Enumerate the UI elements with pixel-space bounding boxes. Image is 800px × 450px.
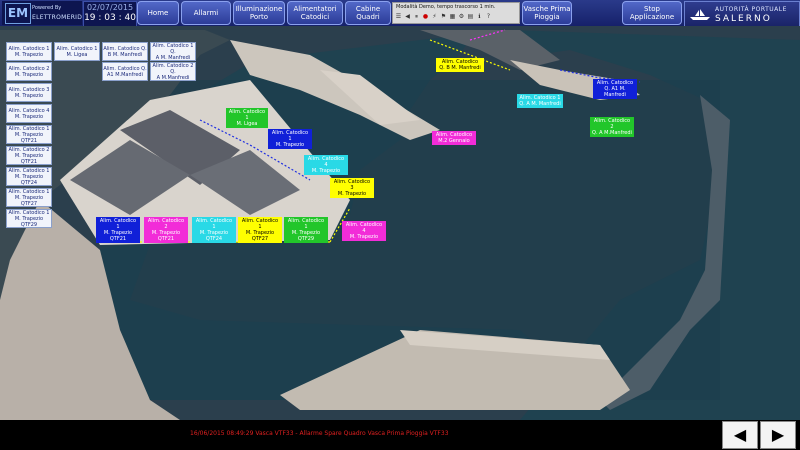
logo-tagline: Powered By xyxy=(32,5,62,11)
left-btn-catodico-1-qa-manfredi[interactable]: Alim. Catodico 1 Q. A M. Manfredi xyxy=(150,42,196,61)
map-label-qtf27[interactable]: Alim. Catodico 1 M. Trapezio QTF27 xyxy=(238,217,282,243)
left-btn-catodico-1-qtf29[interactable]: Alim. Catodico 1 M. Trapezio QTF29 xyxy=(6,209,52,228)
demo-panel: Modalità Demo, tempo trascorso 1 min. ☰ … xyxy=(392,2,520,24)
autorita-portuale-logo: AUTORITÀ PORTUALE SALERNO xyxy=(684,1,800,27)
time: 19 : 03 : 40 xyxy=(84,13,136,23)
cabine-button[interactable]: Cabine Quadri xyxy=(345,1,391,25)
home-button[interactable]: Home xyxy=(137,1,179,25)
left-btn-catodico-1-qtf24[interactable]: Alim. Catodico 1 M. Trapezio QTF24 xyxy=(6,167,52,186)
left-btn-catodico-qb-manfredi[interactable]: Alim. Catodico Q. B M. Manfredi xyxy=(102,42,148,61)
flag-icon[interactable]: ⚑ xyxy=(440,13,447,20)
map-label-trapezio-1[interactable]: Alim. Catodico 1 M. Trapezio xyxy=(268,129,312,149)
allarmi-button[interactable]: Allarmi xyxy=(181,1,231,25)
left-btn-catodico-1-qtf27[interactable]: Alim. Catodico 1 M. Trapezio QTF27 xyxy=(6,188,52,207)
left-btn-catodico-2-trapezio[interactable]: Alim. Catodico 2 M. Trapezio xyxy=(6,62,52,81)
map-label-qtf24[interactable]: Alim. Catodico 1 M. Trapezio QTF24 xyxy=(192,217,236,243)
left-btn-catodico-1-trapezio[interactable]: Alim. Catodico 1 M. Trapezio xyxy=(6,42,52,61)
elettromerid-logo: EM Powered By ELETTROMERID xyxy=(2,1,82,25)
authority-line2: SALERNO xyxy=(715,14,772,24)
left-btn-catodico-1-ligea[interactable]: Alim. Catodico 1 M. Ligea xyxy=(54,42,100,61)
alarm-message: 16/06/2015 08:49:29 Vasca VTF33 - Allarm… xyxy=(190,430,449,437)
date-time: 02/07/2015 19 : 03 : 40 xyxy=(83,1,137,27)
demo-text: Modalità Demo, tempo trascorso 1 min. xyxy=(396,4,496,10)
illuminazione-button[interactable]: Illuminazione Porto xyxy=(233,1,285,25)
map-label-qb-manfredi[interactable]: Alim. Catodico Q. B M. Manfredi xyxy=(436,58,484,72)
left-btn-catodico-3-trapezio[interactable]: Alim. Catodico 3 M. Trapezio xyxy=(6,83,52,102)
map-label-qa1-manfredi[interactable]: Alim. Catodico Q. A1 M. Manfredi xyxy=(593,79,637,99)
prev-icon[interactable]: ◀ xyxy=(404,13,411,20)
info-icon[interactable]: ℹ xyxy=(476,13,483,20)
demo-toolbar: ☰ ◀ ⏸ ● ⚡ ⚑ ▦ ⚙ ▤ ℹ ? xyxy=(395,13,492,20)
stop-button[interactable]: Stop Applicazione xyxy=(622,1,682,25)
gear-icon[interactable]: ⚙ xyxy=(458,13,465,20)
bolt-icon[interactable]: ⚡ xyxy=(431,13,438,20)
left-btn-catodico-1-qtf21[interactable]: Alim. Catodico 1 M. Trapezio QTF21 xyxy=(6,125,52,144)
map-label-qtf29[interactable]: Alim. Catodico 1 M. Trapezio QTF29 xyxy=(284,217,328,243)
map-label-qtf21-1[interactable]: Alim. Catodico 1 M. Trapezio QTF21 xyxy=(96,217,140,243)
authority-line1: AUTORITÀ PORTUALE xyxy=(715,6,787,13)
left-btn-catodico-2-qa-manfredi[interactable]: Alim. Catodico 2 Q. A M.Manfredi xyxy=(150,62,196,81)
next-alarm-button[interactable]: ▶ xyxy=(760,421,796,449)
help-icon[interactable]: ? xyxy=(485,13,492,20)
stop-icon[interactable]: ● xyxy=(422,13,429,20)
prev-alarm-button[interactable]: ◀ xyxy=(722,421,758,449)
map-icon[interactable]: ▦ xyxy=(449,13,456,20)
map-label-trapezio-4-cyan[interactable]: Alim. Catodico 4 M. Trapezio xyxy=(304,155,348,175)
menu-icon[interactable]: ☰ xyxy=(395,13,402,20)
top-bar: EM Powered By ELETTROMERID 02/07/2015 19… xyxy=(0,0,800,27)
grid-icon[interactable]: ▤ xyxy=(467,13,474,20)
map-label-2-qa-manfredi[interactable]: Alim. Catodico 2 Q. A M.Manfredi xyxy=(590,117,634,137)
left-btn-catodico-4-trapezio[interactable]: Alim. Catodico 4 M. Trapezio xyxy=(6,104,52,123)
date: 02/07/2015 xyxy=(86,3,134,12)
arrow-right-icon: ▶ xyxy=(771,425,785,444)
map-label-trapezio-3[interactable]: Alim. Catodico 3 M. Trapezio xyxy=(330,178,374,198)
alarm-bar: 16/06/2015 08:49:29 Vasca VTF33 - Allarm… xyxy=(0,420,800,450)
map-label-qtf21-2[interactable]: Alim. Catodico 2 M. Trapezio QTF21 xyxy=(144,217,188,243)
vasche-button[interactable]: Vasche Prima Pioggia xyxy=(522,1,572,25)
map-label-ligea[interactable]: Alim. Catodico 1 M. Ligea xyxy=(226,108,268,128)
ship-logo-icon xyxy=(690,9,710,20)
left-btn-catodico-qa1-manfredi[interactable]: Alim. Catodico Q. A1 M.Manfredi xyxy=(102,62,148,81)
logo-mark: EM xyxy=(5,3,31,24)
map-label-2-gennaio[interactable]: Alim. Catodico M.2 Gennaio xyxy=(432,131,476,145)
arrow-left-icon: ◀ xyxy=(733,425,747,444)
alimentatori-button[interactable]: Alimentatori Catodici xyxy=(287,1,343,25)
logo-name: ELETTROMERID xyxy=(32,14,83,21)
left-btn-catodico-2-qtf21[interactable]: Alim. Catodico 2 M. Trapezio QTF21 xyxy=(6,146,52,165)
map-label-qa-manfredi[interactable]: Alim. Catodico 1 Q. A M. Manfredi xyxy=(517,94,563,108)
pause-icon[interactable]: ⏸ xyxy=(413,13,420,20)
map-label-trapezio-4[interactable]: Alim. Catodico 4 M. Trapezio xyxy=(342,221,386,241)
